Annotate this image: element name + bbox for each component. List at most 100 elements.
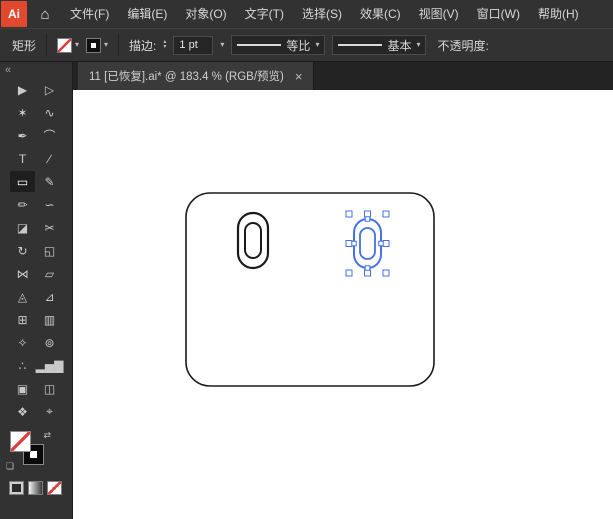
- menu-edit[interactable]: 编辑(E): [118, 0, 176, 28]
- separator: [46, 34, 48, 56]
- pencil-tool[interactable]: ✏: [10, 194, 35, 215]
- fill-color-control[interactable]: ▾: [57, 37, 80, 53]
- menubar: Ai ⌂ 文件(F) 编辑(E) 对象(O) 文字(T) 选择(S) 效果(C) 视图(V)…: [0, 0, 613, 28]
- perspective-grid-tool[interactable]: ⊿: [37, 286, 62, 307]
- shape-builder-tool[interactable]: ◬: [10, 286, 35, 307]
- fill-stroke-indicator: ⇄ ❏: [6, 430, 51, 471]
- tools-grid: ▶ ▷ ✶ ∿ ✒ ⌒ T ∕ ▭ ✎ ✏ ∽ ◪ ✂ ↻ ◱ ⋈ ▱ ◬ ⊿ ⊞ ▥ ✧ ⊚ ∴ ▂▅▇ ▣ ◫ ❖ ⌖: [0, 78, 72, 422]
- selection-tool[interactable]: ▶: [10, 79, 35, 100]
- line-segment-tool[interactable]: ∕: [37, 148, 62, 169]
- pill-left-inner[interactable]: [244, 222, 262, 259]
- pill-right-inner[interactable]: [359, 227, 376, 260]
- brush-definition-label: 基本: [387, 38, 412, 53]
- illustrator-window: Ai ⌂ 文件(F) 编辑(E) 对象(O) 文字(T) 选择(S) 效果(C) 视图(V)…: [0, 0, 613, 519]
- selection-handle[interactable]: [345, 210, 353, 218]
- chevron-down-icon: ▾: [75, 40, 80, 49]
- selection-handle[interactable]: [345, 240, 353, 247]
- apply-gradient-button[interactable]: [28, 481, 43, 495]
- app-logo-icon: Ai: [1, 1, 27, 27]
- scale-tool[interactable]: ◱: [37, 240, 62, 261]
- menu-view[interactable]: 视图(V): [410, 0, 468, 28]
- apply-color-button[interactable]: [9, 481, 24, 495]
- document-tab-title: 11 [已恢复].ai* @ 183.4 % (RGB/预览): [89, 71, 284, 83]
- selection-handle[interactable]: [382, 269, 390, 277]
- separator: [118, 34, 120, 56]
- free-transform-tool[interactable]: ▱: [37, 263, 62, 284]
- menu-object[interactable]: 对象(O): [176, 0, 235, 28]
- swap-fill-stroke-icon[interactable]: ⇄: [43, 430, 51, 441]
- stroke-weight-input[interactable]: 1 pt: [173, 35, 214, 55]
- stroke-weight-label: 描边:: [129, 38, 157, 53]
- curvature-tool[interactable]: ⌒: [37, 125, 62, 146]
- scissors-tool[interactable]: ✂: [37, 217, 62, 238]
- options-bar: 矩形 ▾ ▾ 描边: ▴ ▾ 1 pt ▾ 等比 ▾ 基本 ▾ 不透明度:: [0, 28, 613, 62]
- hand-tool[interactable]: ❖: [10, 401, 35, 422]
- mesh-tool[interactable]: ⊞: [10, 309, 35, 330]
- rotate-tool[interactable]: ↻: [10, 240, 35, 261]
- artboard-tool[interactable]: ▣: [10, 378, 35, 399]
- menu-effect[interactable]: 效果(C): [351, 0, 410, 28]
- tab-close-icon[interactable]: ×: [295, 70, 303, 83]
- selection-handle[interactable]: [345, 269, 353, 277]
- pill-right-outer[interactable]: [353, 218, 382, 269]
- blend-tool[interactable]: ⊚: [37, 332, 62, 353]
- chevron-down-icon: ▾: [104, 40, 109, 49]
- stroke-color-control[interactable]: ▾: [86, 37, 109, 53]
- active-tool-label: 矩形: [12, 38, 37, 53]
- stroke-swatch-icon: [86, 37, 102, 53]
- column-graph-tool[interactable]: ▂▅▇: [36, 355, 64, 376]
- canvas-svg[interactable]: [73, 90, 613, 519]
- menu-file[interactable]: 文件(F): [61, 0, 118, 28]
- width-tool[interactable]: ⋈: [10, 263, 35, 284]
- menubar-items: 文件(F) 编辑(E) 对象(O) 文字(T) 选择(S) 效果(C) 视图(V) 窗口(W)…: [61, 0, 588, 28]
- stroke-weight-stepper[interactable]: ▴ ▾: [163, 39, 166, 50]
- direct-selection-tool[interactable]: ▷: [37, 79, 62, 100]
- anchor-point[interactable]: [378, 240, 384, 247]
- anchor-point[interactable]: [351, 240, 357, 247]
- default-fill-stroke-icon[interactable]: ❏: [6, 461, 14, 472]
- lasso-tool[interactable]: ∿: [37, 102, 62, 123]
- selection-handle[interactable]: [364, 210, 371, 218]
- shaper-tool[interactable]: ∽: [37, 194, 62, 215]
- document-tab-bar: 11 [已恢复].ai* @ 183.4 % (RGB/预览) ×: [73, 62, 613, 90]
- rectangle-tool[interactable]: ▭: [10, 171, 35, 192]
- chevron-down-icon[interactable]: ▾: [220, 41, 224, 49]
- home-icon[interactable]: ⌂: [29, 0, 61, 28]
- symbol-sprayer-tool[interactable]: ∴: [10, 355, 35, 376]
- selection-handle[interactable]: [382, 240, 390, 247]
- apply-none-button[interactable]: [47, 481, 62, 495]
- brush-definition-dropdown[interactable]: 基本 ▾: [332, 35, 427, 55]
- rounded-rectangle[interactable]: [185, 192, 435, 387]
- stroke-profile-label: 等比: [286, 38, 311, 53]
- zoom-tool[interactable]: ⌖: [37, 401, 62, 422]
- slice-tool[interactable]: ◫: [37, 378, 62, 399]
- canvas-area[interactable]: [73, 90, 613, 519]
- chevron-down-icon: ▾: [315, 40, 320, 49]
- menu-help[interactable]: 帮助(H): [529, 0, 588, 28]
- pill-left-outer[interactable]: [236, 211, 270, 270]
- anchor-point[interactable]: [364, 216, 371, 222]
- gradient-tool[interactable]: ▥: [37, 309, 62, 330]
- type-tool[interactable]: T: [10, 148, 35, 169]
- fill-indicator[interactable]: [10, 431, 31, 452]
- collapse-panel-icon[interactable]: «: [0, 62, 72, 78]
- selection-handle[interactable]: [382, 210, 390, 218]
- stroke-profile-dropdown[interactable]: 等比 ▾: [231, 35, 326, 55]
- magic-wand-tool[interactable]: ✶: [10, 102, 35, 123]
- opacity-label: 不透明度:: [437, 38, 489, 53]
- paintbrush-tool[interactable]: ✎: [37, 171, 62, 192]
- menu-select[interactable]: 选择(S): [293, 0, 351, 28]
- anchor-point[interactable]: [364, 265, 371, 271]
- step-down-icon[interactable]: ▾: [163, 44, 166, 50]
- apply-color-buttons: [9, 481, 72, 495]
- fill-none-swatch-icon: [57, 37, 73, 53]
- document-tab[interactable]: 11 [已恢复].ai* @ 183.4 % (RGB/预览) ×: [78, 62, 315, 90]
- brush-stroke-line-icon: [338, 44, 383, 46]
- eyedropper-tool[interactable]: ✧: [10, 332, 35, 353]
- pen-tool[interactable]: ✒: [10, 125, 35, 146]
- selection-handle[interactable]: [364, 269, 371, 277]
- menu-type[interactable]: 文字(T): [236, 0, 293, 28]
- stroke-profile-line-icon: [237, 44, 282, 46]
- menu-window[interactable]: 窗口(W): [468, 0, 529, 28]
- eraser-tool[interactable]: ◪: [10, 217, 35, 238]
